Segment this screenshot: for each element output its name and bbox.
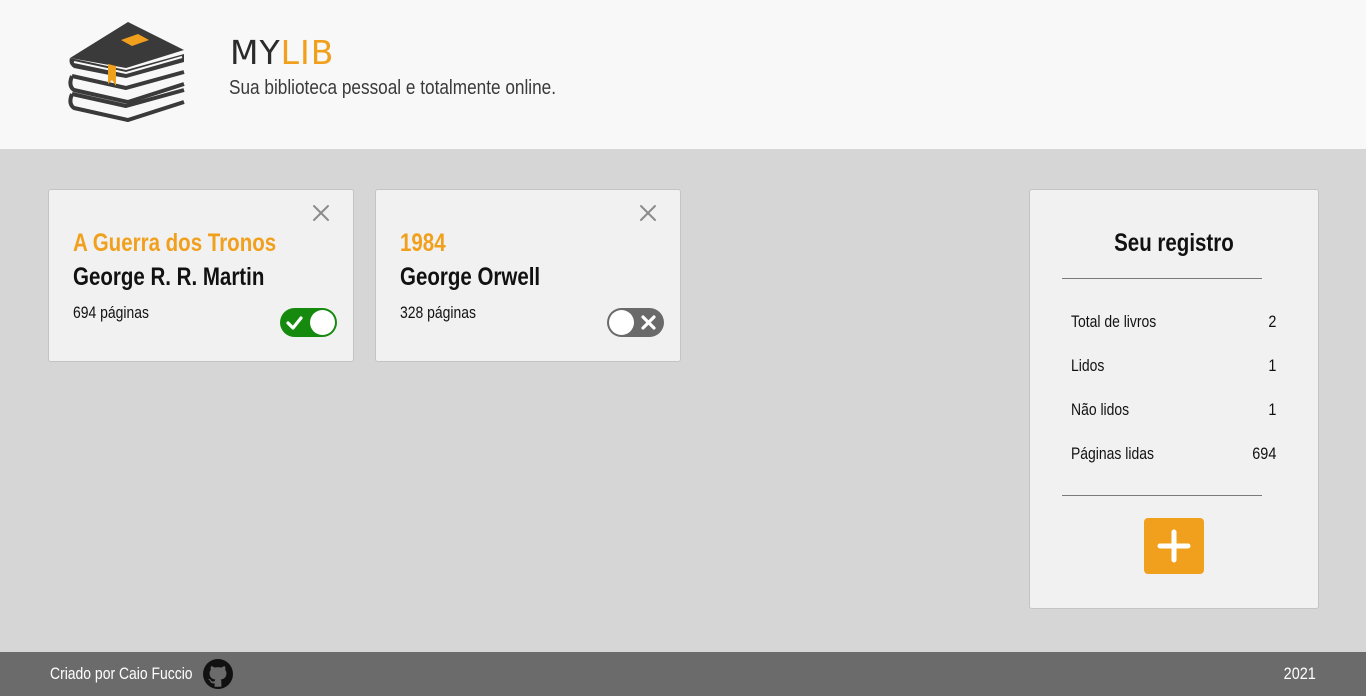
book-pages: 694 páginas: [73, 303, 149, 322]
site-header: MYLIB Sua biblioteca pessoal e totalment…: [0, 0, 1366, 149]
stat-pages-read: Páginas lidas 694: [1071, 443, 1276, 465]
x-icon: [641, 315, 656, 330]
stat-label: Total de livros: [1071, 312, 1157, 331]
stat-label: Páginas lidas: [1071, 444, 1154, 463]
stat-value: 694: [1251, 444, 1276, 463]
stat-read: Lidos 1: [1071, 355, 1276, 377]
book-title: A Guerra dos Tronos: [73, 229, 277, 257]
toggle-knob: [609, 310, 634, 335]
stat-total-books: Total de livros 2: [1071, 311, 1276, 333]
stats-title: Seu registro: [1114, 229, 1234, 257]
divider: [1062, 278, 1262, 279]
plus-icon: [1157, 529, 1191, 563]
books-stack-icon: [68, 22, 185, 122]
stat-unread: Não lidos 1: [1071, 399, 1276, 421]
tagline: Sua biblioteca pessoal e totalmente onli…: [229, 77, 557, 99]
check-icon: [286, 316, 303, 330]
book-author: George Orwell: [400, 263, 541, 291]
add-book-button[interactable]: [1144, 518, 1204, 574]
close-icon: [640, 205, 656, 221]
stat-value: 1: [1267, 400, 1276, 419]
stat-label: Lidos: [1071, 356, 1105, 375]
book-card: A Guerra dos Tronos George R. R. Martin …: [48, 189, 354, 362]
book-card: 1984 George Orwell 328 páginas: [375, 189, 681, 362]
close-icon: [313, 205, 329, 221]
remove-book-button[interactable]: [638, 203, 658, 223]
stat-label: Não lidos: [1071, 400, 1130, 419]
brand-my: MY: [230, 33, 281, 72]
book-author: George R. R. Martin: [73, 263, 265, 291]
stat-value: 2: [1267, 312, 1276, 331]
remove-book-button[interactable]: [311, 203, 331, 223]
stats-panel: Seu registro Total de livros 2 Lidos 1 N…: [1029, 189, 1319, 609]
toggle-knob: [310, 310, 335, 335]
brand-lib: LIB: [280, 33, 335, 72]
stat-value: 1: [1267, 356, 1276, 375]
brand-logo-text: MYLIB: [230, 34, 334, 72]
read-toggle[interactable]: [607, 308, 664, 337]
divider: [1062, 495, 1262, 496]
book-pages: 328 páginas: [400, 303, 476, 322]
site-footer: Criado por Caio Fuccio 2021: [0, 652, 1366, 696]
read-toggle[interactable]: [280, 308, 337, 337]
book-title: 1984: [400, 229, 446, 257]
footer-credit: Criado por Caio Fuccio: [50, 664, 193, 683]
footer-year: 2021: [1283, 664, 1316, 683]
github-icon[interactable]: [203, 659, 233, 689]
